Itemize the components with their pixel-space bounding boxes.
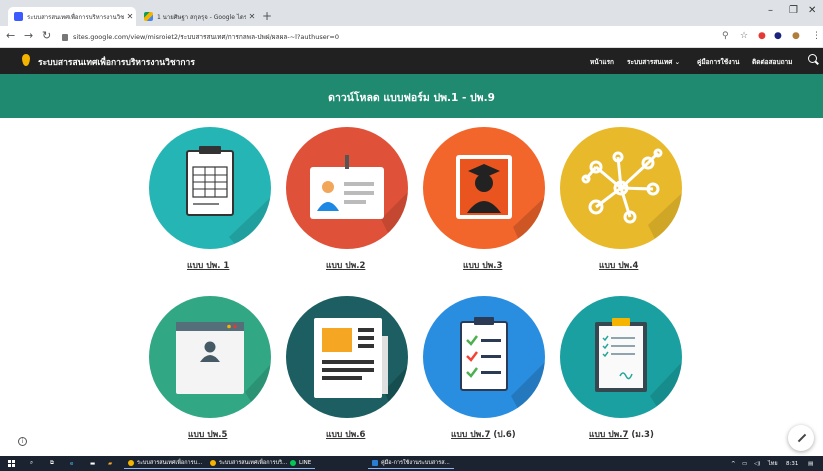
nav-home[interactable]: หน้าแรก (590, 57, 614, 67)
chrome-icon (210, 460, 216, 466)
clipboard-form-icon (149, 127, 271, 249)
site-header: ระบบสารสนเทศเพื่อการบริหารงานวิชาการ หน้… (0, 48, 823, 74)
form-link-suffix: (ม.3) (628, 430, 654, 440)
browser-tab-title: 1 นายศิษฐา สกุลรุจ - Google ไดรฟ์ (157, 13, 246, 21)
form-link-label[interactable]: แบบ ปพ.4 (599, 261, 638, 271)
form-tile-5[interactable] (149, 296, 271, 418)
form-tile-4[interactable] (560, 127, 682, 249)
profile-avatar-icon[interactable]: ● (792, 31, 800, 41)
close-tab-icon[interactable]: ✕ (124, 12, 136, 21)
taskbar-search-icon[interactable]: ⌕ (30, 459, 33, 468)
url-field[interactable]: sites.google.com/view/misroiet2/ระบบสารส… (62, 29, 762, 45)
page-title: ดาวน์โหลด แบบฟอร์ม ปพ.1 - ปพ.9 (328, 92, 495, 104)
site-logo-drop-icon[interactable] (22, 54, 30, 66)
taskbar-app-label: LINE (299, 460, 312, 466)
language-indicator[interactable]: ไทย (768, 459, 778, 468)
form-link-1[interactable]: แบบ ปพ. 1 (187, 258, 229, 272)
form-link-3[interactable]: แบบ ปพ.3 (463, 258, 502, 272)
taskbar-app-label: คู่มือ-การใช้งานระบบสารส... (381, 460, 450, 466)
nav-contact[interactable]: ติดต่อสอบถาม (752, 57, 792, 67)
notification-icon[interactable]: ▤ (808, 459, 813, 468)
form-tile-7-p6[interactable] (423, 296, 545, 418)
taskbar-app-chrome-2[interactable]: ระบบสารสนเทศเพื่อการบริ... (206, 458, 292, 469)
taskbar-app-word[interactable]: คู่มือ-การใช้งานระบบสารส... (368, 458, 454, 469)
screen: ระบบสารสนเทศเพื่อการบริหารงานวิชา ✕ 1 นา… (0, 0, 823, 471)
search-icon[interactable] (808, 54, 817, 63)
taskbar-app-chrome-1[interactable]: ระบบสารสนเทศเพื่อการบ... (124, 458, 207, 469)
form-tile-3[interactable] (423, 127, 545, 249)
url-text: sites.google.com/view/misroiet2/ระบบสารส… (73, 33, 339, 41)
back-arrow-icon[interactable]: ← (6, 29, 15, 42)
mail-icon[interactable]: ▬ (90, 459, 95, 468)
line-app-icon (290, 460, 296, 466)
info-icon[interactable]: i (18, 437, 27, 446)
form-link-7-m3[interactable]: แบบ ปพ.7 (ม.3) (589, 427, 654, 441)
form-tile-6[interactable] (286, 296, 408, 418)
zoom-icon[interactable]: ⚲ (722, 31, 729, 41)
maximize-icon[interactable]: ❐ (789, 5, 798, 16)
edit-pencil-icon[interactable] (788, 425, 814, 451)
id-card-icon (286, 127, 408, 249)
volume-icon[interactable]: ◁) (754, 459, 760, 468)
browser-tab-strip: ระบบสารสนเทศเพื่อการบริหารงานวิชา ✕ 1 นา… (0, 0, 823, 26)
clock[interactable]: 8:31 (786, 459, 798, 468)
form-link-label[interactable]: แบบ ปพ.3 (463, 261, 502, 271)
form-tile-1[interactable] (149, 127, 271, 249)
form-link-7-p6[interactable]: แบบ ปพ.7 (ป.6) (451, 427, 516, 441)
google-drive-favicon-icon (144, 12, 153, 21)
form-link-6[interactable]: แบบ ปพ.6 (326, 427, 365, 441)
browser-tab-title: ระบบสารสนเทศเพื่อการบริหารงานวิชา (27, 13, 124, 21)
form-link-label[interactable]: แบบ ปพ.2 (326, 261, 365, 271)
taskbar-app-label: ระบบสารสนเทศเพื่อการบ... (137, 460, 203, 466)
word-icon (372, 460, 378, 466)
taskbar-app-line[interactable]: LINE (286, 458, 316, 469)
taskbar: ⌕ ⧉ e ▬ ▰ ระบบสารสนเทศเพื่อการบ... ระบบส… (0, 456, 823, 471)
forward-arrow-icon[interactable]: → (24, 29, 33, 42)
bookmark-star-icon[interactable]: ☆ (740, 31, 748, 41)
task-view-icon[interactable]: ⧉ (50, 459, 54, 468)
browser-tab-drive[interactable]: 1 นายศิษฐา สกุลรุจ - Google ไดรฟ์ ✕ (138, 7, 258, 26)
checklist-icon (423, 296, 545, 418)
page-banner: ดาวน์โหลด แบบฟอร์ม ปพ.1 - ปพ.9 (0, 74, 823, 118)
address-bar: ← → ↻ sites.google.com/view/misroiet2/ระ… (0, 26, 823, 48)
document-icon (286, 296, 408, 418)
extension-icon[interactable]: ● (774, 31, 782, 41)
checklist-clipboard-icon (560, 296, 682, 418)
google-sites-favicon-icon (14, 12, 23, 21)
form-link-label[interactable]: แบบ ปพ. 1 (187, 261, 229, 271)
form-link-2[interactable]: แบบ ปพ.2 (326, 258, 365, 272)
network-icon (560, 127, 682, 249)
profile-window-icon (149, 296, 271, 418)
minimize-icon[interactable]: – (768, 5, 773, 16)
nav-user-manual[interactable]: คู่มือการใช้งาน (697, 57, 739, 67)
start-windows-icon[interactable] (8, 459, 15, 468)
form-tile-7-m3[interactable] (560, 296, 682, 418)
form-link-label[interactable]: แบบ ปพ.6 (326, 430, 365, 440)
new-tab-icon[interactable]: + (262, 9, 272, 23)
reload-icon[interactable]: ↻ (42, 29, 51, 42)
form-link-label[interactable]: แบบ ปพ.5 (188, 430, 227, 440)
network-icon[interactable]: ▭ (742, 459, 747, 468)
taskbar-app-label: ระบบสารสนเทศเพื่อการบริ... (219, 460, 288, 466)
file-explorer-icon[interactable]: ▰ (108, 459, 112, 468)
browser-tab-active[interactable]: ระบบสารสนเทศเพื่อการบริหารงานวิชา ✕ (8, 7, 136, 26)
form-tile-2[interactable] (286, 127, 408, 249)
close-window-icon[interactable]: ✕ (808, 5, 816, 16)
edge-icon[interactable]: e (70, 459, 73, 468)
browser-menu-icon[interactable]: ⋮ (812, 31, 821, 41)
form-link-4[interactable]: แบบ ปพ.4 (599, 258, 638, 272)
chrome-icon (128, 460, 134, 466)
site-title[interactable]: ระบบสารสนเทศเพื่อการบริหารงานวิชาการ (38, 55, 195, 69)
nav-information-system[interactable]: ระบบสารสนเทศ ⌄ (627, 57, 680, 67)
form-link-5[interactable]: แบบ ปพ.5 (188, 427, 227, 441)
form-link-label[interactable]: แบบ ปพ.7 (451, 430, 490, 440)
graduate-icon (423, 127, 545, 249)
form-link-label[interactable]: แบบ ปพ.7 (589, 430, 628, 440)
tray-chevron-up-icon[interactable]: ^ (731, 459, 736, 468)
form-link-suffix: (ป.6) (490, 430, 516, 440)
lock-icon (62, 33, 68, 41)
extension-opera-icon[interactable]: ● (758, 31, 766, 41)
close-tab-icon[interactable]: ✕ (246, 12, 258, 21)
